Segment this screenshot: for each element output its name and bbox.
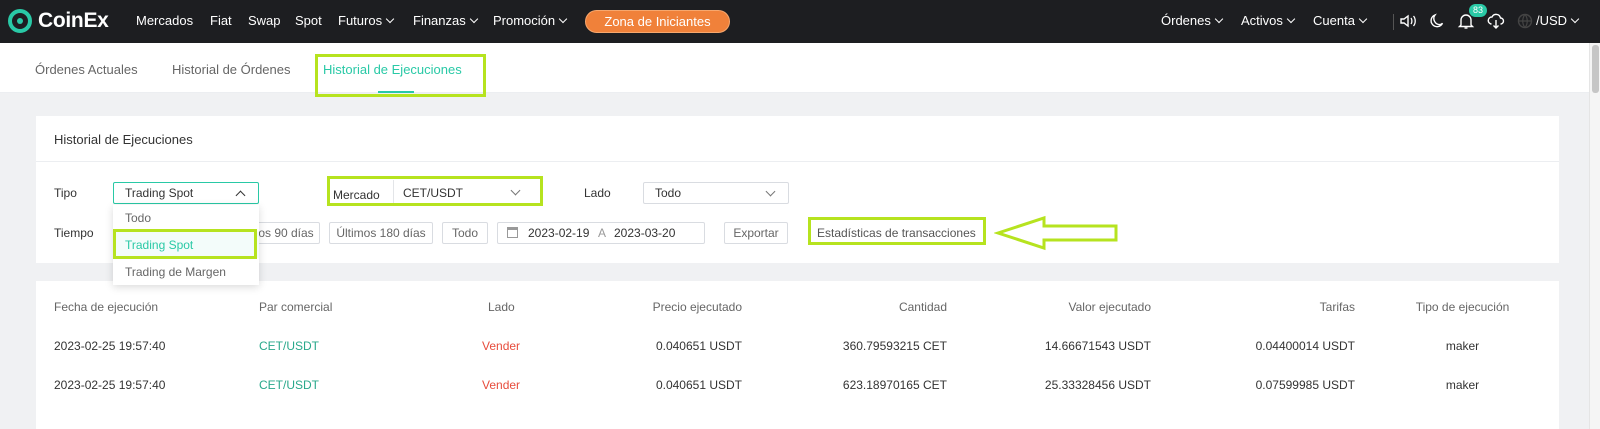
col-header-exec-type: Tipo de ejecución	[1415, 300, 1510, 314]
cell-value: 14.66671543 USDT	[1044, 339, 1151, 353]
tab-current-orders[interactable]: Órdenes Actuales	[35, 62, 138, 77]
date-to: 2023-03-20	[614, 226, 676, 240]
nav-label: Mercados	[136, 13, 194, 28]
col-header-value: Valor ejecutado	[1068, 300, 1152, 314]
side-select-value: Todo	[655, 186, 682, 200]
chevron-down-icon	[765, 186, 776, 197]
col-header-date: Fecha de ejecución	[54, 300, 159, 314]
type-option-margin[interactable]: Trading de Margen	[113, 259, 259, 285]
cell-amount: 623.18970165 CET	[842, 378, 947, 392]
nav-promotion[interactable]: Promoción	[493, 13, 568, 28]
side-select[interactable]: Todo	[643, 182, 789, 204]
export-button[interactable]: Exportar	[724, 222, 788, 244]
date-range-picker[interactable]: 2023-02-19 A 2023-03-20	[497, 222, 705, 244]
coinex-logo[interactable]: CoinEx	[8, 9, 109, 33]
cell-price: 0.040651 USDT	[655, 378, 742, 392]
coinex-logo-icon	[8, 9, 32, 33]
nav-markets[interactable]: Mercados	[136, 13, 193, 28]
all-time-button[interactable]: Todo	[442, 222, 488, 244]
col-header-price: Precio ejecutado	[652, 300, 742, 314]
chevron-down-icon	[1286, 14, 1296, 24]
beginners-zone-button[interactable]: Zona de Iniciantes	[585, 10, 730, 33]
nav-account[interactable]: Cuenta	[1313, 13, 1368, 28]
chevron-up-icon	[235, 190, 246, 201]
page-scrollbar[interactable]	[1589, 43, 1600, 429]
speaker-icon[interactable]	[1399, 12, 1417, 30]
calendar-icon	[507, 227, 518, 238]
date-separator: A	[598, 226, 607, 240]
type-option-all[interactable]: Todo	[113, 205, 259, 231]
col-header-fees: Tarifas	[1319, 300, 1355, 314]
chevron-down-icon	[558, 14, 568, 24]
top-navigation-bar: CoinEx Mercados Fiat Swap Spot Futuros F…	[0, 0, 1600, 43]
nav-finance[interactable]: Finanzas	[413, 13, 478, 28]
cell-pair-link[interactable]: CET/USDT	[259, 378, 319, 392]
cell-price: 0.040651 USDT	[655, 339, 742, 353]
moon-icon[interactable]	[1428, 12, 1446, 30]
tab-order-history[interactable]: Historial de Órdenes	[172, 62, 291, 77]
cell-date: 2023-02-25 19:57:40	[54, 378, 166, 392]
highlight-box-statistics	[808, 217, 986, 245]
nav-label: Finanzas	[413, 13, 466, 28]
side-label: Lado	[584, 186, 611, 200]
cell-fees: 0.07599985 USDT	[1255, 378, 1355, 392]
time-label: Tiempo	[54, 226, 94, 240]
nav-label: Futuros	[338, 13, 383, 28]
nav-label: Promoción	[493, 13, 556, 28]
chevron-down-icon	[1358, 14, 1368, 24]
type-label: Tipo	[54, 186, 77, 200]
nav-assets[interactable]: Activos	[1241, 13, 1296, 28]
cell-amount: 360.79593215 CET	[842, 339, 947, 353]
cell-fees: 0.04400014 USDT	[1255, 339, 1355, 353]
nav-label: Órdenes	[1161, 13, 1211, 28]
nav-fiat[interactable]: Fiat	[210, 13, 232, 28]
last-180-days-button[interactable]: Últimos 180 días	[329, 222, 433, 244]
chevron-down-icon	[385, 14, 395, 24]
highlight-box-market	[327, 176, 543, 206]
cell-side: Vender	[482, 339, 521, 353]
chevron-down-icon	[469, 14, 478, 24]
cell-date: 2023-02-25 19:57:40	[54, 339, 166, 353]
chevron-down-icon	[1570, 14, 1580, 24]
col-header-amount: Cantidad	[898, 300, 947, 314]
globe-icon[interactable]	[1516, 12, 1534, 30]
cell-side: Vender	[482, 378, 521, 392]
nav-swap[interactable]: Swap	[248, 13, 281, 28]
type-select[interactable]: Trading Spot	[113, 182, 259, 204]
nav-orders[interactable]: Órdenes	[1161, 13, 1224, 28]
date-from: 2023-02-19	[528, 226, 590, 240]
nav-futures[interactable]: Futuros	[338, 13, 395, 28]
nav-label: Fiat	[210, 13, 232, 28]
nav-spot[interactable]: Spot	[295, 13, 322, 28]
highlight-box-spot-option	[113, 229, 257, 259]
scrollbar-thumb[interactable]	[1592, 45, 1599, 93]
annotation-arrow-icon	[994, 215, 1118, 251]
type-select-value: Trading Spot	[125, 186, 194, 200]
nav-label: Swap	[248, 13, 281, 28]
download-icon[interactable]	[1487, 12, 1505, 30]
card-divider	[36, 161, 1559, 162]
nav-divider	[1393, 14, 1394, 30]
nav-label: Spot	[295, 13, 322, 28]
filter-card-title: Historial de Ejecuciones	[54, 132, 193, 147]
cell-exec-type: maker	[1445, 378, 1480, 392]
highlight-box-tab	[315, 54, 486, 97]
last-90-days-button[interactable]: os 90 días	[252, 222, 320, 244]
cell-pair-link[interactable]: CET/USDT	[259, 339, 319, 353]
nav-label: Activos	[1241, 13, 1283, 28]
notification-count-badge: 83	[1469, 4, 1487, 17]
cell-value: 25.33328456 USDT	[1044, 378, 1151, 392]
currency-label: /USD	[1536, 13, 1568, 28]
col-header-side: Lado	[488, 300, 515, 314]
col-header-pair: Par comercial	[259, 300, 333, 314]
currency-selector[interactable]: /USD	[1536, 13, 1580, 28]
logo-text: CoinEx	[38, 9, 109, 32]
cell-exec-type: maker	[1445, 339, 1480, 353]
nav-label: Cuenta	[1313, 13, 1355, 28]
chevron-down-icon	[1214, 14, 1224, 24]
